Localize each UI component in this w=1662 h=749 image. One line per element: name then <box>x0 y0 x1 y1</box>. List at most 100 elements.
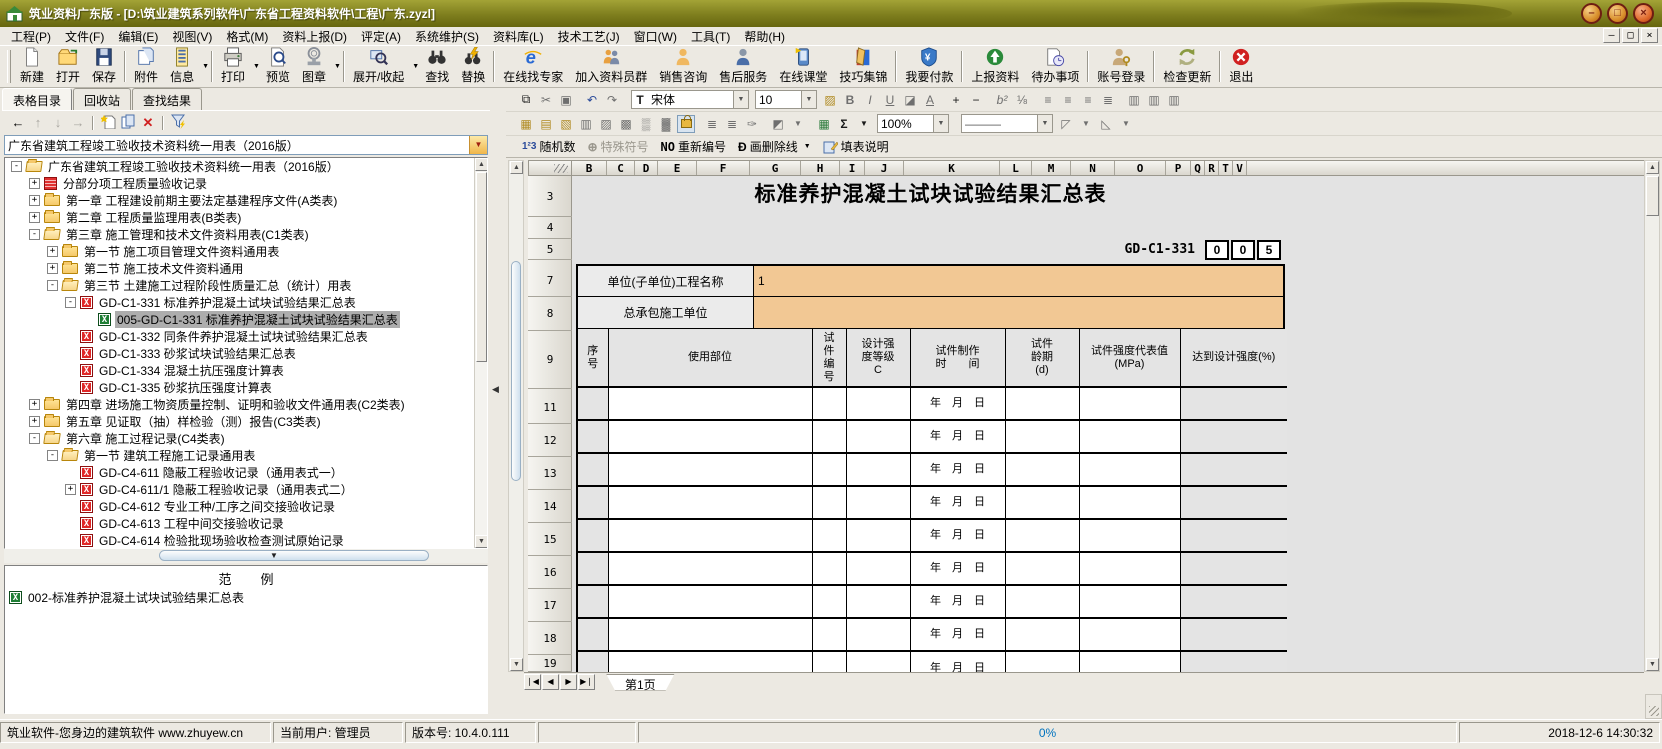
row-header[interactable]: 5 <box>528 239 572 260</box>
table-cell[interactable] <box>812 618 846 651</box>
table-cell[interactable] <box>1180 453 1287 486</box>
print-button[interactable]: 打印 ▼ <box>215 46 260 87</box>
cut-icon[interactable]: ✂ <box>537 91 555 109</box>
code-box[interactable]: 0 <box>1231 240 1255 260</box>
expand-icon[interactable]: + <box>29 416 40 427</box>
expand-icon[interactable]: + <box>65 484 76 495</box>
column-header[interactable]: E <box>658 161 697 175</box>
table-cell[interactable] <box>578 486 608 519</box>
diagonal-up-dropdown-icon[interactable]: ▼ <box>1117 115 1135 133</box>
tree-item[interactable]: -第三节 土建施工过程阶段性质量汇总（统计）用表 <box>5 277 487 294</box>
table-cell[interactable] <box>1079 585 1180 618</box>
tips-button[interactable]: 技巧集锦 <box>833 46 893 87</box>
row-header[interactable]: 12 <box>528 424 572 457</box>
column-header[interactable]: R <box>1205 161 1219 175</box>
mdi-restore-button[interactable]: □ <box>1622 28 1639 43</box>
scrollbar-thumb[interactable] <box>511 261 521 481</box>
dropdown-arrow-icon[interactable]: ▼ <box>202 63 209 70</box>
tree-item[interactable]: +分部分项工程质量验收记录 <box>5 175 487 192</box>
tree-item[interactable]: XGD-C1-333 砂浆试块试验结果汇总表 <box>5 345 487 362</box>
table-cell[interactable] <box>812 486 846 519</box>
nav-back-icon[interactable]: ← <box>8 115 28 130</box>
column-header[interactable]: G <box>750 161 801 175</box>
date-cell[interactable]: 年 月 日 <box>910 618 1005 651</box>
table-cell[interactable] <box>812 651 846 672</box>
unmerge-cells-icon[interactable]: ▤ <box>537 115 555 133</box>
table-cell[interactable] <box>578 585 608 618</box>
column-header[interactable]: Q <box>1191 161 1205 175</box>
splitter-collapse-icon[interactable]: ▼ <box>270 551 278 560</box>
mdi-minimize-button[interactable]: – <box>1603 28 1620 43</box>
merge-special-icon[interactable]: ▩ <box>617 115 635 133</box>
sheet-corner-selector[interactable] <box>528 160 572 176</box>
dropdown-arrow-icon[interactable]: ▼ <box>253 63 260 70</box>
underline-icon[interactable]: U <box>881 91 899 109</box>
date-cell[interactable]: 年 月 日 <box>910 519 1005 552</box>
row-header[interactable]: 15 <box>528 523 572 556</box>
table-cell[interactable] <box>1079 651 1180 672</box>
scrollbar-thumb[interactable] <box>476 172 487 362</box>
table-cell[interactable] <box>846 552 910 585</box>
font-color-icon[interactable]: A <box>921 91 939 109</box>
column-header[interactable]: D <box>635 161 658 175</box>
table-cell[interactable] <box>812 552 846 585</box>
exit-button[interactable]: 退出 <box>1223 46 1259 87</box>
last-sheet-icon[interactable]: ▶❘ <box>578 674 595 690</box>
new-button[interactable]: 新建 <box>14 46 50 87</box>
insert-row-icon[interactable]: + <box>947 91 965 109</box>
paste-icon[interactable]: ▣ <box>557 91 575 109</box>
redo-icon[interactable]: ↷ <box>603 91 621 109</box>
date-cell[interactable]: 年 月 日 <box>910 420 1005 453</box>
menu-report[interactable]: 资料上报(D) <box>275 27 354 46</box>
form-title[interactable]: 标准养护混凝土试块试验结果汇总表 <box>576 178 1285 216</box>
format-painter-icon[interactable]: ▨ <box>821 91 839 109</box>
collapse-icon[interactable]: - <box>29 229 40 240</box>
table-cell[interactable] <box>846 387 910 420</box>
dropdown-arrow-icon[interactable]: ▼ <box>412 63 419 70</box>
tree-item[interactable]: XGD-C4-612 专业工种/工序之间交接验收记录 <box>5 498 487 515</box>
expand-collapse-button[interactable]: 展开/收起 ▼ <box>347 46 419 87</box>
row-header[interactable]: 13 <box>528 457 572 490</box>
table-cell[interactable] <box>1180 420 1287 453</box>
font-family-select[interactable]: T 宋体 ▼ <box>631 90 749 109</box>
align-center-icon[interactable]: ≡ <box>1059 91 1077 109</box>
tree-item[interactable]: +第二节 施工技术文件资料通用 <box>5 260 487 277</box>
unit-project-input[interactable]: 1 <box>754 266 1283 296</box>
nav-up-icon[interactable]: ↑ <box>28 115 48 130</box>
column-header[interactable]: T <box>1219 161 1233 175</box>
nav-forward-icon[interactable]: → <box>68 115 88 130</box>
table-cell[interactable] <box>846 618 910 651</box>
column-header[interactable]: K <box>904 161 1000 175</box>
table-cell[interactable] <box>812 420 846 453</box>
collapse-icon[interactable]: - <box>11 161 22 172</box>
table-cell[interactable] <box>1005 486 1079 519</box>
italic-icon[interactable]: I <box>861 91 879 109</box>
collapse-icon[interactable]: - <box>65 297 76 308</box>
table-cell[interactable] <box>608 585 812 618</box>
row-header[interactable]: 7 <box>528 264 572 297</box>
bold-icon[interactable]: B <box>841 91 859 109</box>
table-cell[interactable] <box>1005 585 1079 618</box>
tree-horizontal-scrollbar[interactable]: ▼ <box>4 549 488 563</box>
diagonal-up-icon[interactable]: ◺ <box>1097 115 1115 133</box>
info-button[interactable]: 信息 ▼ <box>164 46 209 87</box>
tree-item-selected[interactable]: X005-GD-C1-331 标准养护混凝土试块试验结果汇总表 <box>5 311 487 328</box>
font-size-select[interactable]: 10 ▼ <box>755 90 817 109</box>
menu-tech[interactable]: 技术工艺(J) <box>551 27 627 46</box>
scrollbar-thumb[interactable] <box>1646 176 1659 216</box>
split-horizontal-icon[interactable]: ▥ <box>577 115 595 133</box>
table-cell[interactable] <box>1079 519 1180 552</box>
table-cell[interactable] <box>608 453 812 486</box>
expand-icon[interactable]: + <box>29 195 40 206</box>
menu-assess[interactable]: 评定(A) <box>354 27 408 46</box>
align-right-icon[interactable]: ≡ <box>1079 91 1097 109</box>
tree-item[interactable]: XGD-C1-335 砂浆抗压强度计算表 <box>5 379 487 396</box>
close-button[interactable]: × <box>1633 3 1654 24</box>
table-cell[interactable] <box>812 585 846 618</box>
table-cell[interactable] <box>1180 486 1287 519</box>
column-header[interactable]: F <box>697 161 750 175</box>
column-header[interactable]: H <box>801 161 840 175</box>
scroll-down-icon[interactable]: ▼ <box>510 658 523 671</box>
expand-icon[interactable]: + <box>29 212 40 223</box>
row-header[interactable]: 19 <box>528 655 572 672</box>
